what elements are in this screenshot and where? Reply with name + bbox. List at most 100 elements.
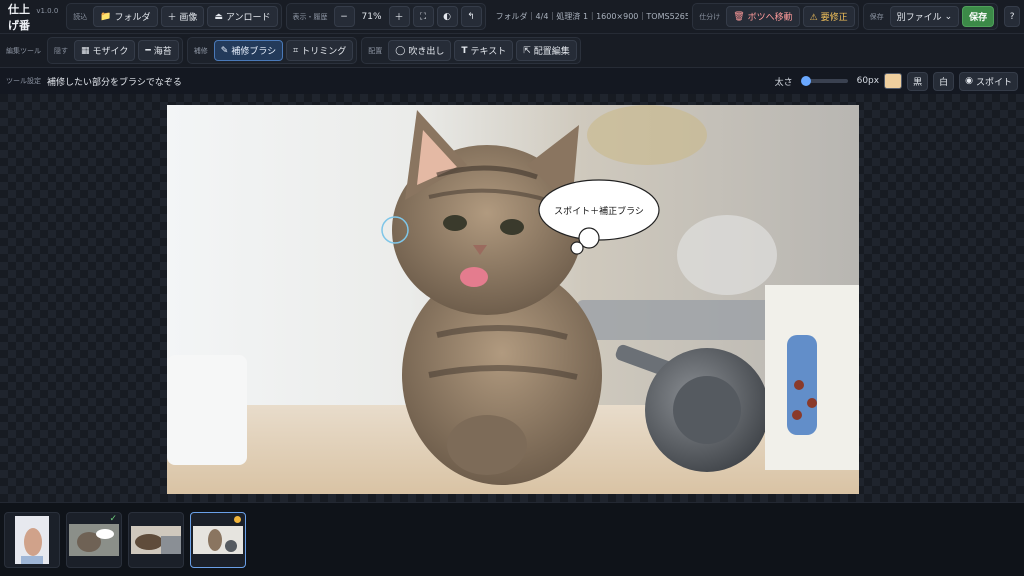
- mosaic-label: モザイク: [92, 47, 129, 57]
- eyedropper-label: スポイト: [975, 77, 1012, 88]
- chevron-down-icon: ⌄: [944, 11, 953, 22]
- tool-bar: 編集ツール 隠す ▦ モザイク ━ 海苔 補修 ✎ 補修ブラシ ⌗ トリミング …: [0, 34, 1024, 68]
- edit-tools-label: 編集ツール: [6, 46, 41, 55]
- sort-group-label: 仕分け: [699, 12, 721, 21]
- thumbnail-4-selected[interactable]: [190, 511, 246, 568]
- needs-fix-button[interactable]: ⚠ 要修正: [802, 6, 855, 27]
- app-name: 仕上げ番: [8, 2, 30, 32]
- speech-bubble-button[interactable]: ◯ 吹き出し: [388, 40, 452, 61]
- white-label: 白: [939, 77, 949, 88]
- reject-label: ボツへ移動: [747, 13, 793, 23]
- sort-group: 仕分け 🗑 ボツへ移動 ⚠ 要修正: [692, 3, 859, 30]
- unload-label: アンロード: [225, 13, 271, 23]
- minus-icon: −: [340, 11, 348, 22]
- thumbnail-2[interactable]: ✓: [66, 511, 122, 568]
- mosaic-icon: ▦: [81, 45, 90, 56]
- photo-illustration: スポイト＋補正ブラシ: [167, 105, 859, 494]
- mosaic-button[interactable]: ▦ モザイク: [74, 40, 136, 61]
- help-icon: ?: [1009, 11, 1015, 22]
- unload-button[interactable]: ⏏ アンロード: [207, 6, 278, 27]
- open-folder-button[interactable]: 📁 フォルダ: [93, 6, 158, 27]
- folder-icon: 📁: [100, 11, 112, 22]
- bottle-dot: [794, 380, 804, 390]
- undo-icon: ↰: [467, 11, 475, 22]
- speech-bubble-label: 吹き出し: [408, 47, 445, 57]
- compare-button[interactable]: ◐: [436, 6, 458, 27]
- reject-button[interactable]: 🗑 ボツへ移動: [726, 6, 800, 27]
- thickness-slider[interactable]: [801, 76, 848, 86]
- fit-icon: ⛶: [419, 11, 427, 22]
- layout-edit-button[interactable]: ⇱ 配置編集: [516, 40, 577, 61]
- repair-group: 補修 ✎ 補修ブラシ ⌗ トリミング: [186, 37, 358, 64]
- thumbnail-2-image: [69, 523, 119, 556]
- trim-button[interactable]: ⌗ トリミング: [286, 40, 354, 61]
- thickness-slider-knob[interactable]: [801, 76, 812, 86]
- layout-edit-label: 配置編集: [533, 47, 570, 57]
- seaweed-button[interactable]: ━ 海苔: [138, 40, 179, 61]
- view-group: 表示・履歴 − 71% ＋ ⛶ ◐ ↰: [285, 3, 486, 30]
- bar-icon: ━: [145, 45, 151, 56]
- save-label: 保存: [969, 13, 988, 23]
- view-group-label: 表示・履歴: [292, 12, 328, 21]
- thumbnail-4-image: [193, 525, 243, 554]
- eject-icon: ⏏: [214, 11, 223, 22]
- repair-brush-button[interactable]: ✎ 補修ブラシ: [213, 40, 284, 61]
- thickness-label: 太さ: [774, 77, 793, 88]
- place-group: 配置 ◯ 吹き出し T テキスト ⇱ 配置編集: [361, 37, 581, 64]
- contrast-icon: ◐: [443, 11, 451, 22]
- cursor-arrow-icon: ⇱: [523, 45, 531, 56]
- bubble-icon: ◯: [395, 45, 406, 56]
- thickness-value: 60px: [856, 76, 880, 86]
- help-button[interactable]: ?: [1004, 6, 1020, 27]
- save-mode-select[interactable]: 別ファイル ⌄: [889, 6, 960, 27]
- zoom-out-button[interactable]: −: [333, 6, 355, 27]
- hide-group-label: 隠す: [54, 46, 68, 55]
- load-group: 読込 📁 フォルダ ＋ 画像 ⏏ アンロード: [66, 3, 282, 30]
- file-status: フォルダ｜4/4｜処理済 1｜1600×900｜TOMS526534_TP_V.…: [495, 12, 689, 21]
- bottle-dot: [792, 410, 802, 420]
- app-version: v1.0.0: [36, 6, 59, 15]
- undo-button[interactable]: ↰: [460, 6, 482, 27]
- thumbnail-3-image: [131, 525, 181, 554]
- repair-brush-label: 補修ブラシ: [231, 47, 277, 57]
- top-bar: 仕上げ番 v1.0.0 読込 📁 フォルダ ＋ 画像 ⏏ アンロード 表示・履歴…: [0, 0, 1024, 34]
- save-button[interactable]: 保存: [962, 6, 995, 27]
- kitten-eye-right: [500, 219, 524, 235]
- editing-canvas[interactable]: スポイト＋補正ブラシ: [0, 94, 1024, 502]
- eyedropper-button[interactable]: ◉ スポイト: [959, 71, 1018, 91]
- place-group-label: 配置: [368, 46, 383, 55]
- bokeh-blob: [587, 105, 707, 165]
- bottle-dot: [807, 398, 817, 408]
- zoom-in-button[interactable]: ＋: [388, 6, 410, 27]
- repair-group-label: 補修: [193, 46, 208, 55]
- kitten-tongue: [460, 267, 488, 287]
- bokeh-blob: [677, 215, 777, 295]
- caster-hub: [673, 376, 741, 444]
- save-group-label: 保存: [869, 12, 884, 21]
- zoom-level: 71%: [361, 11, 382, 22]
- fit-screen-button[interactable]: ⛶: [412, 6, 434, 27]
- load-group-label: 読込: [73, 12, 88, 21]
- plus-icon: ＋: [394, 13, 404, 23]
- white-button[interactable]: 白: [933, 71, 955, 91]
- trash-icon: 🗑: [733, 11, 745, 22]
- kitten-photo[interactable]: スポイト＋補正ブラシ: [167, 105, 859, 494]
- metal-bar: [577, 300, 777, 340]
- seaweed-label: 海苔: [153, 47, 172, 57]
- unsaved-indicator: [234, 515, 241, 523]
- kitten-paw: [447, 415, 527, 475]
- tool-settings-label: ツール設定: [6, 77, 41, 85]
- black-button[interactable]: 黒: [907, 71, 929, 91]
- add-image-button[interactable]: ＋ 画像: [160, 6, 205, 27]
- add-image-label: ＋ 画像: [167, 13, 198, 23]
- speech-bubble-text[interactable]: スポイト＋補正ブラシ: [554, 205, 644, 217]
- text-button[interactable]: T テキスト: [454, 40, 514, 61]
- text-label: テキスト: [470, 47, 507, 57]
- thumbnail-1[interactable]: [4, 511, 60, 568]
- brush-icon: ✎: [220, 45, 229, 56]
- save-group: 保存 別ファイル ⌄ 保存: [862, 3, 999, 30]
- check-icon: ✓: [109, 513, 117, 524]
- crop-icon: ⌗: [293, 45, 299, 56]
- color-swatch[interactable]: [884, 73, 903, 89]
- thumbnail-3[interactable]: [128, 511, 184, 568]
